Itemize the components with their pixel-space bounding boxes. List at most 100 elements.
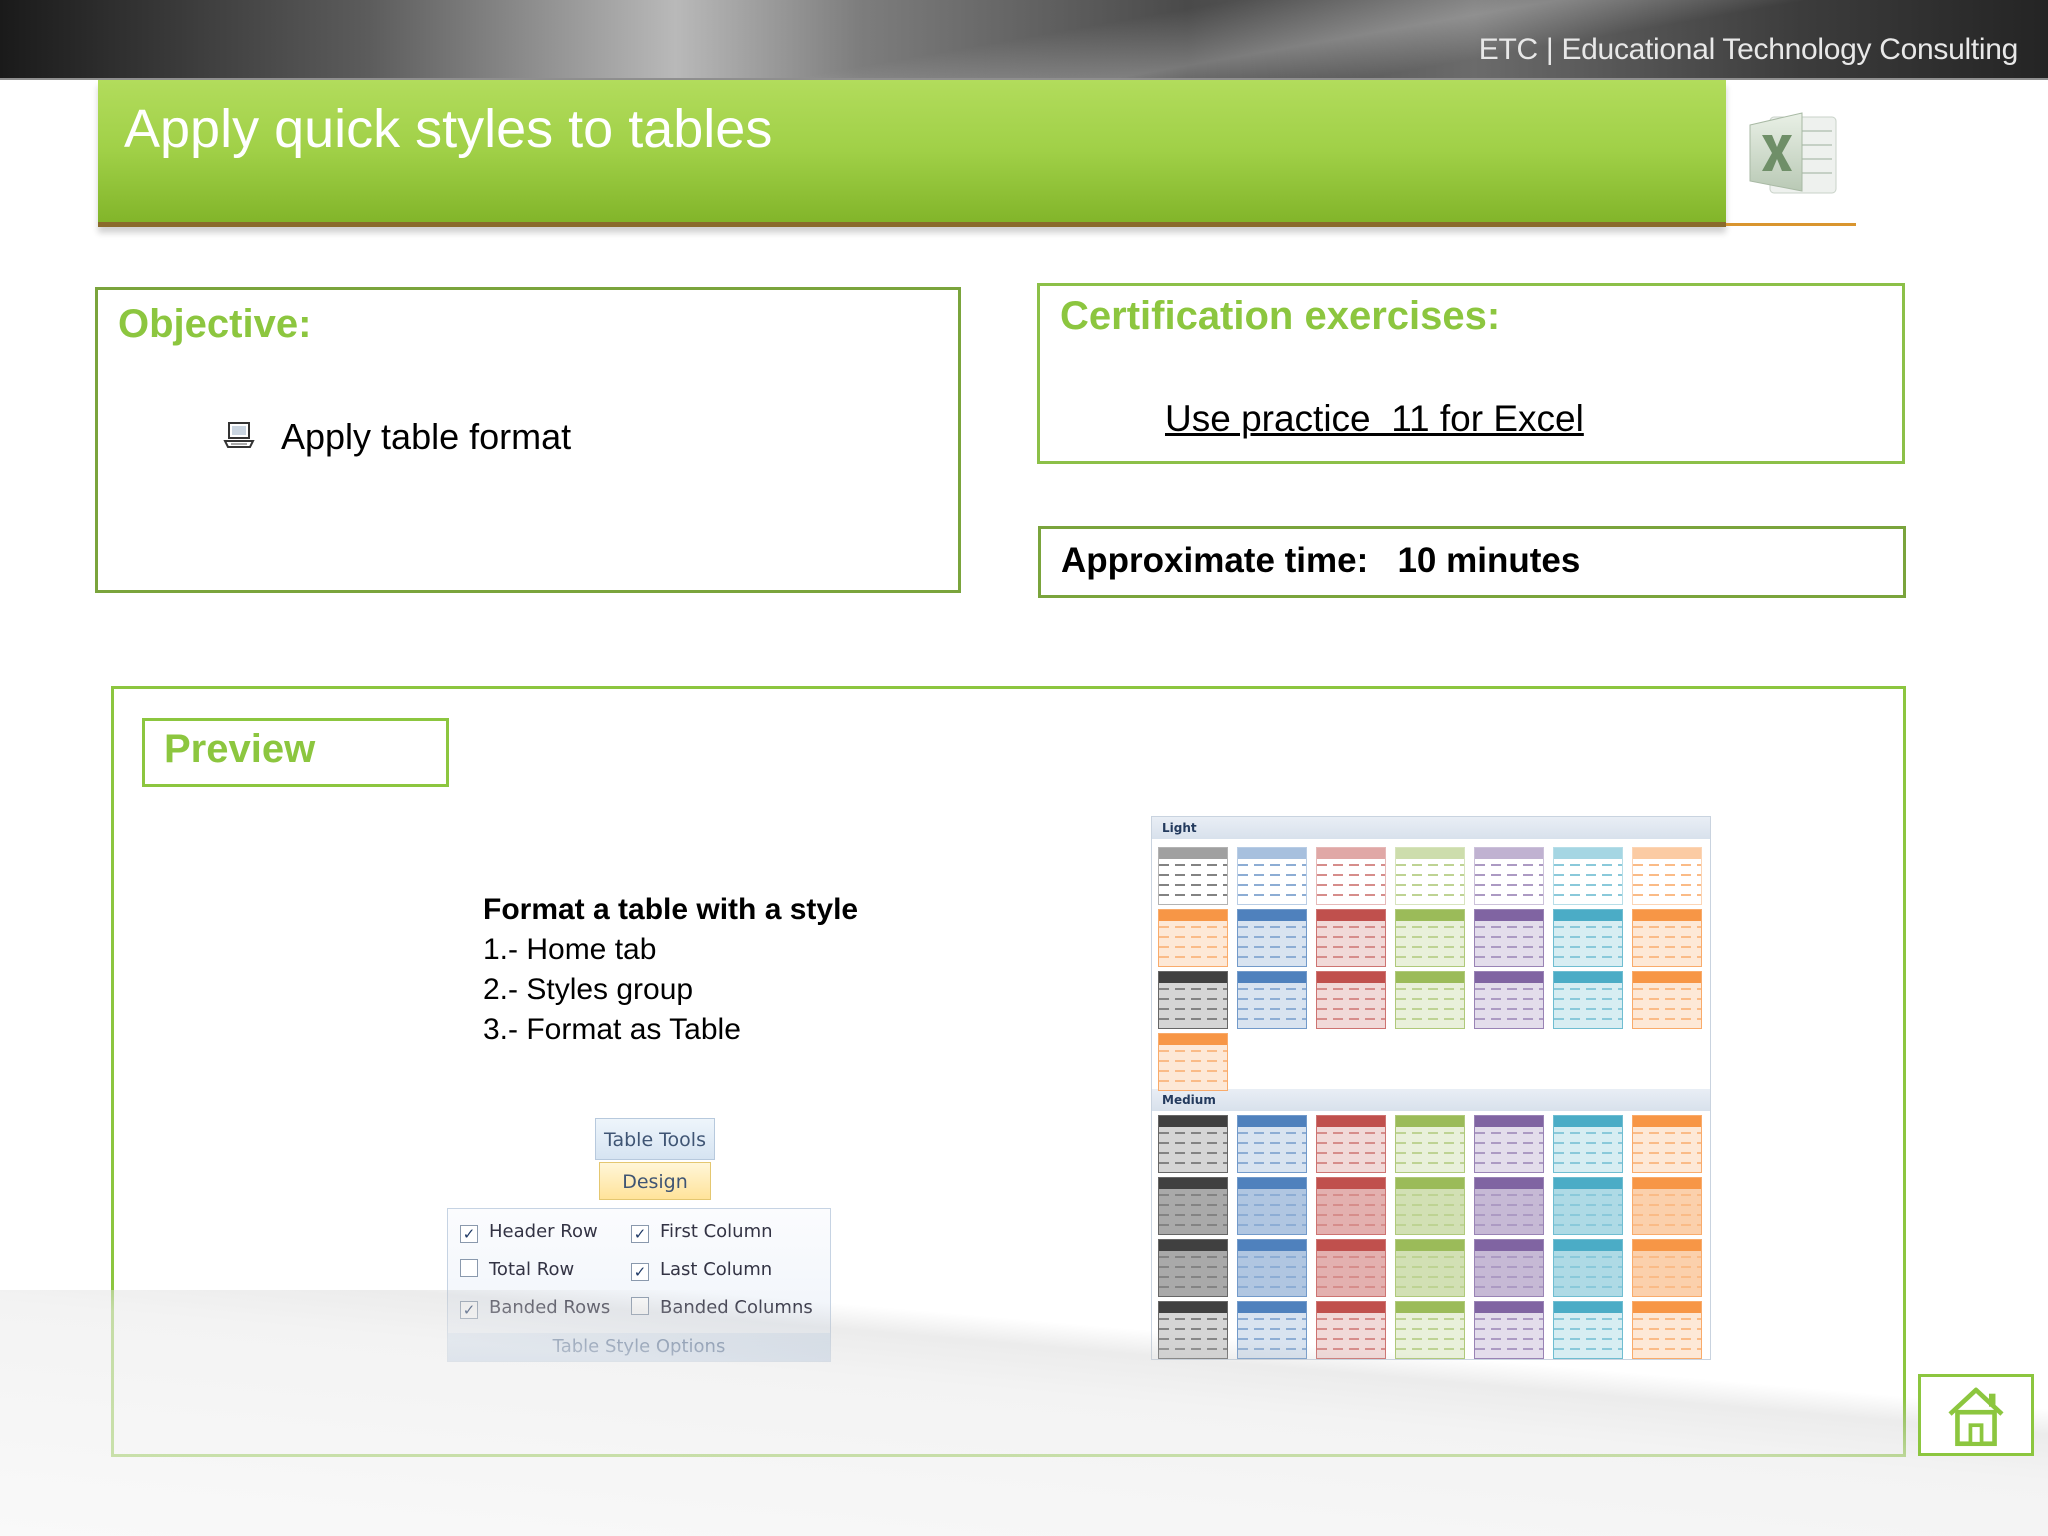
thumbnail-row xyxy=(1317,936,1385,938)
thumbnail-row xyxy=(1633,1328,1701,1330)
option-label: Last Column xyxy=(660,1259,773,1280)
table-style-thumbnail[interactable] xyxy=(1316,1301,1386,1359)
certification-box: Certification exercises: Use practice 11… xyxy=(1037,283,1905,464)
table-style-thumbnail[interactable] xyxy=(1237,1115,1307,1173)
thumbnail-row xyxy=(1475,1348,1543,1350)
option-header-row[interactable]: ✓ Header Row xyxy=(460,1221,598,1243)
table-style-thumbnail[interactable] xyxy=(1237,1239,1307,1297)
design-tab[interactable]: Design xyxy=(599,1162,711,1200)
thumbnail-header xyxy=(1396,1240,1464,1251)
table-style-thumbnail[interactable] xyxy=(1158,1115,1228,1173)
table-style-thumbnail[interactable] xyxy=(1316,909,1386,967)
table-style-thumbnail[interactable] xyxy=(1474,1239,1544,1297)
table-style-thumbnail[interactable] xyxy=(1474,909,1544,967)
thumbnail-row xyxy=(1238,884,1306,886)
thumbnail-row xyxy=(1238,988,1306,990)
table-style-thumbnail[interactable] xyxy=(1237,1177,1307,1235)
checkbox-icon[interactable] xyxy=(631,1297,649,1315)
table-style-thumbnail[interactable] xyxy=(1632,1177,1702,1235)
table-style-thumbnail[interactable] xyxy=(1553,1239,1623,1297)
table-style-thumbnail[interactable] xyxy=(1632,971,1702,1029)
option-label: Banded Rows xyxy=(489,1297,611,1318)
table-style-thumbnail[interactable] xyxy=(1158,1033,1228,1091)
thumbnail-header xyxy=(1633,1178,1701,1189)
table-style-thumbnail[interactable] xyxy=(1237,909,1307,967)
thumbnail-row xyxy=(1159,1060,1227,1062)
table-style-thumbnail[interactable] xyxy=(1237,971,1307,1029)
table-style-thumbnail[interactable] xyxy=(1395,909,1465,967)
table-style-thumbnail[interactable] xyxy=(1395,971,1465,1029)
option-last-column[interactable]: ✓ Last Column xyxy=(631,1259,772,1281)
table-style-thumbnail[interactable] xyxy=(1395,1115,1465,1173)
table-style-thumbnail[interactable] xyxy=(1474,847,1544,905)
option-total-row[interactable]: Total Row xyxy=(460,1259,574,1280)
thumbnail-row xyxy=(1554,1204,1622,1206)
table-style-thumbnail[interactable] xyxy=(1316,1239,1386,1297)
table-style-thumbnail[interactable] xyxy=(1553,971,1623,1029)
table-style-thumbnail[interactable] xyxy=(1632,1301,1702,1359)
table-style-thumbnail[interactable] xyxy=(1158,909,1228,967)
table-style-thumbnail[interactable] xyxy=(1632,1115,1702,1173)
thumbnail-header xyxy=(1554,1116,1622,1127)
table-style-thumbnail[interactable] xyxy=(1316,847,1386,905)
table-style-thumbnail[interactable] xyxy=(1474,1115,1544,1173)
thumbnail-row xyxy=(1159,1132,1227,1134)
table-style-thumbnail[interactable] xyxy=(1553,1115,1623,1173)
thumbnail-header xyxy=(1159,848,1227,859)
table-style-thumbnail[interactable] xyxy=(1474,1177,1544,1235)
home-button[interactable] xyxy=(1918,1374,2034,1456)
table-style-thumbnail[interactable] xyxy=(1553,909,1623,967)
table-style-thumbnail[interactable] xyxy=(1474,1301,1544,1359)
thumbnail-header xyxy=(1396,1178,1464,1189)
option-first-column[interactable]: ✓ First Column xyxy=(631,1221,773,1243)
thumbnail-row xyxy=(1633,998,1701,1000)
thumbnail-row xyxy=(1317,864,1385,866)
thumbnail-row xyxy=(1396,864,1464,866)
table-style-thumbnail[interactable] xyxy=(1395,1239,1465,1297)
table-style-thumbnail[interactable] xyxy=(1553,847,1623,905)
thumbnail-header xyxy=(1554,910,1622,921)
thumbnail-row xyxy=(1159,1348,1227,1350)
table-style-thumbnail[interactable] xyxy=(1553,1177,1623,1235)
table-style-thumbnail[interactable] xyxy=(1158,1177,1228,1235)
thumbnail-row xyxy=(1396,1142,1464,1144)
table-style-thumbnail[interactable] xyxy=(1632,1239,1702,1297)
checkbox-icon[interactable]: ✓ xyxy=(460,1225,478,1243)
table-style-thumbnail[interactable] xyxy=(1237,1301,1307,1359)
thumbnail-header xyxy=(1159,1034,1227,1045)
table-style-thumbnail[interactable] xyxy=(1632,847,1702,905)
table-style-thumbnail[interactable] xyxy=(1395,1301,1465,1359)
table-style-thumbnail[interactable] xyxy=(1158,1301,1228,1359)
thumbnail-header xyxy=(1317,972,1385,983)
thumbnail-row xyxy=(1554,988,1622,990)
thumbnail-row xyxy=(1159,1152,1227,1154)
thumbnail-row xyxy=(1396,1204,1464,1206)
checkbox-icon[interactable]: ✓ xyxy=(631,1225,649,1243)
checkbox-icon[interactable]: ✓ xyxy=(460,1301,478,1319)
option-banded-columns[interactable]: Banded Columns xyxy=(631,1297,813,1318)
thumbnail-row xyxy=(1554,894,1622,896)
practice-link[interactable]: Use practice 11 for Excel xyxy=(1165,398,1584,440)
table-style-thumbnail[interactable] xyxy=(1158,1239,1228,1297)
table-style-thumbnail[interactable] xyxy=(1632,909,1702,967)
thumbnail-row xyxy=(1475,1162,1543,1164)
table-style-thumbnail[interactable] xyxy=(1316,1115,1386,1173)
steps-title: Format a table with a style xyxy=(483,893,859,926)
table-style-thumbnail[interactable] xyxy=(1395,1177,1465,1235)
table-style-thumbnail[interactable] xyxy=(1474,971,1544,1029)
table-style-thumbnail[interactable] xyxy=(1158,971,1228,1029)
option-banded-rows[interactable]: ✓ Banded Rows xyxy=(460,1297,610,1319)
table-style-thumbnail[interactable] xyxy=(1395,847,1465,905)
thumbnail-header xyxy=(1554,1302,1622,1313)
table-tools-tab[interactable]: Table Tools xyxy=(595,1118,715,1160)
table-style-thumbnail[interactable] xyxy=(1158,847,1228,905)
checkbox-icon[interactable] xyxy=(460,1259,478,1277)
thumbnail-header xyxy=(1159,1178,1227,1189)
thumbnail-header xyxy=(1317,1302,1385,1313)
checkbox-icon[interactable]: ✓ xyxy=(631,1263,649,1281)
thumbnail-row xyxy=(1238,1162,1306,1164)
table-style-thumbnail[interactable] xyxy=(1553,1301,1623,1359)
table-style-thumbnail[interactable] xyxy=(1316,1177,1386,1235)
table-style-thumbnail[interactable] xyxy=(1237,847,1307,905)
table-style-thumbnail[interactable] xyxy=(1316,971,1386,1029)
